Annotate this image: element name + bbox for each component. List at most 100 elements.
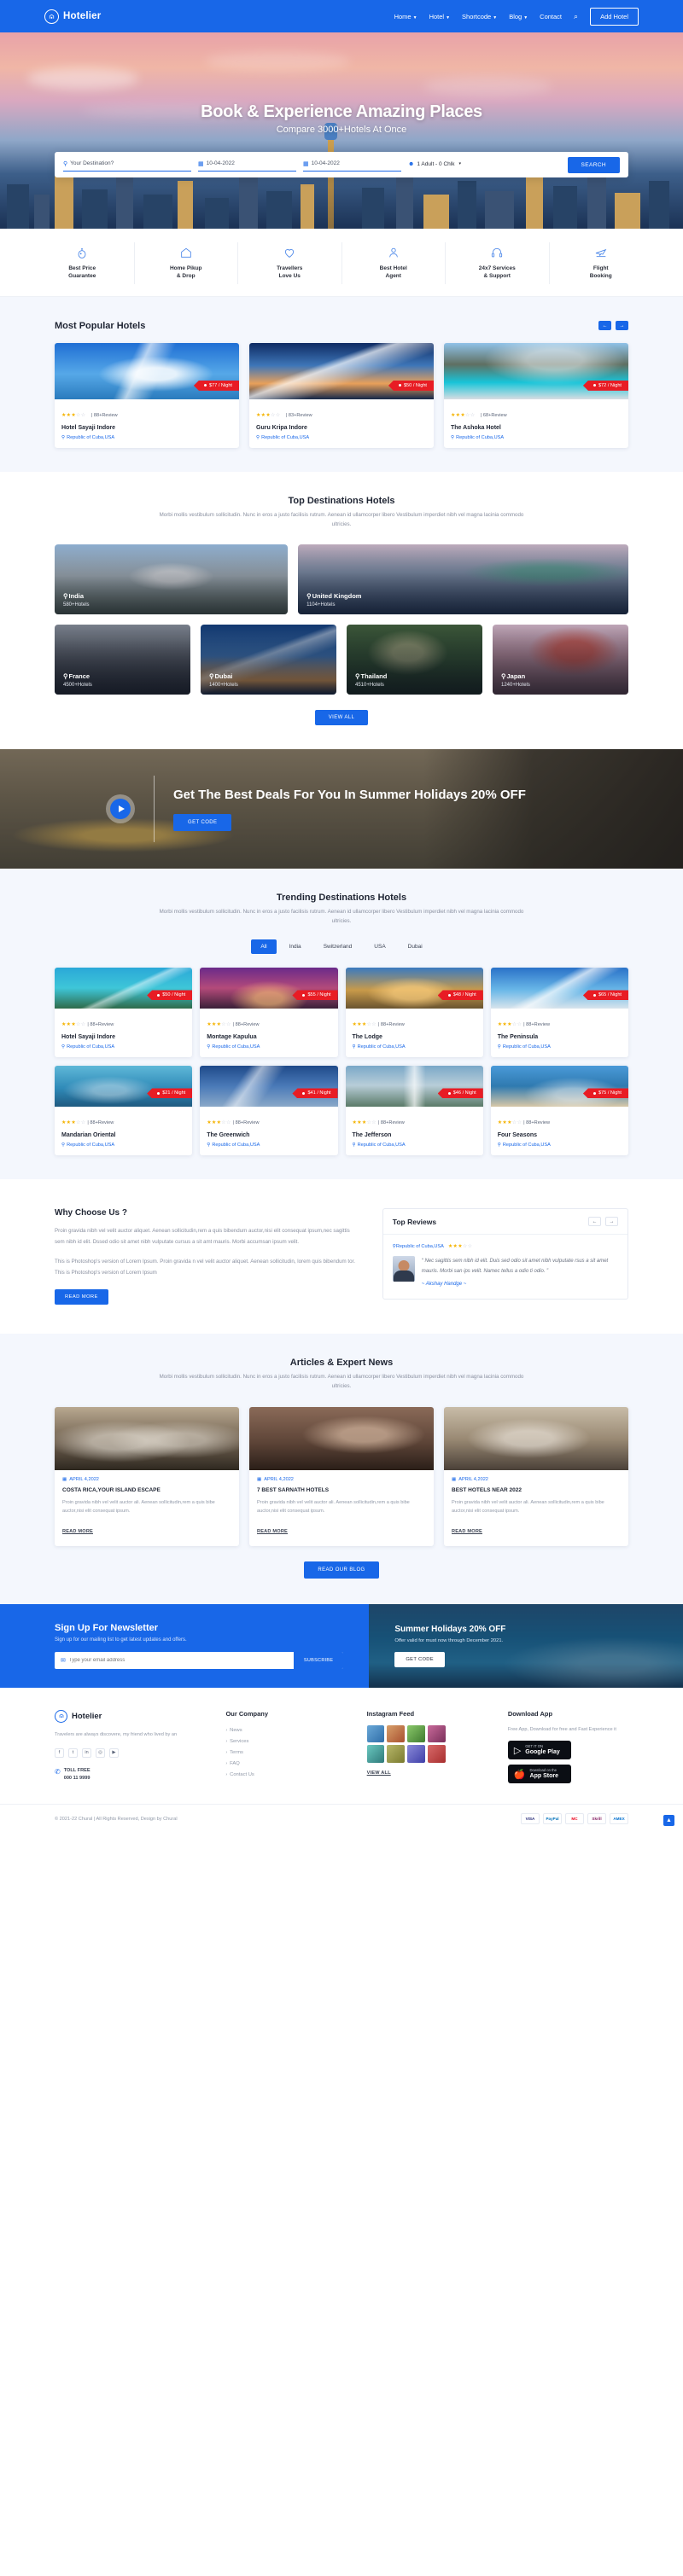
article-card[interactable]: ▦ APRIL 4,2022 BEST HOTELS NEAR 2022 Proi… [444,1406,628,1546]
article-card[interactable]: ▦ APRIL 4,2022 COSTA RICA,YOUR ISLAND ESC… [55,1406,239,1546]
reviews-next-button[interactable]: → [605,1217,618,1227]
hotel-card[interactable]: $65 / Night ★★★☆☆ | 88+Review The Peninsu… [490,968,628,1058]
article-read-more-link[interactable]: READ MORE [452,1529,482,1534]
carousel-prev-button[interactable]: ← [598,321,611,331]
app-store-button[interactable]: 🍎 Download on the App Store [507,1765,571,1784]
hotel-card[interactable]: $50 / Night ★★★☆☆ | 83+Review Guru Kripa… [249,342,434,448]
search-button[interactable]: SEARCH [567,156,620,173]
footer-link-news[interactable]: › News [225,1725,346,1736]
offer-get-code-button[interactable]: GET CODE [394,1651,445,1667]
newsletter-subscribe-button[interactable]: SUBSCRIBE [293,1651,344,1669]
footer-link-contact-us[interactable]: › Contact Us [225,1770,346,1781]
article-read-more-link[interactable]: READ MORE [62,1529,93,1534]
tab-all[interactable]: All [251,939,277,955]
view-all-destinations-button[interactable]: VIEW ALL [314,710,369,726]
reviews-title: Top Reviews [392,1217,437,1226]
feature-best-agent[interactable]: Best Hotel Agent [342,242,446,284]
article-read-more-link[interactable]: READ MORE [257,1529,288,1534]
search-icon[interactable]: ⌕ [574,12,578,21]
store-big-label: Google Play [525,1748,560,1755]
why-paragraph-1: Proin gravida nibh vel velit auctor aliq… [55,1228,350,1246]
nav-item-hotel[interactable]: Hotel ▼ [429,13,450,20]
nav-item-shortcode[interactable]: Shortcode ▼ [462,13,497,20]
hotel-card[interactable]: $75 / Night ★★★☆☆ | 88+Review Four Season… [490,1066,628,1156]
google-play-button[interactable]: ▷ GET IT ON Google Play [507,1741,571,1760]
store-big-label: App Store [529,1772,558,1779]
destination-field[interactable]: ⚲ Your Destination? [63,159,191,172]
location-pin-icon: ⚲ [61,1044,66,1050]
read-more-button[interactable]: READ MORE [55,1289,108,1305]
nav-item-blog[interactable]: Blog ▼ [509,13,528,20]
instagram-thumb[interactable] [407,1745,425,1764]
instagram-thumb[interactable] [387,1745,406,1764]
instagram-icon[interactable]: ◎ [96,1747,105,1758]
get-code-button[interactable]: GET CODE [173,814,232,832]
hotel-card[interactable]: $50 / Night ★★★☆☆ | 88+Review Hotel Sayaj… [55,968,193,1058]
tab-usa[interactable]: USA [365,939,394,954]
hotel-card[interactable]: $21 / Night ★★★☆☆ | 88+Review Mandarian O… [55,1066,193,1156]
articles-title: Articles & Expert News [289,1358,394,1369]
footer-link-terms[interactable]: › Terms [225,1747,346,1759]
hotel-card[interactable]: $77 / Night ★★★☆☆ | 88+Review Hotel Saya… [55,342,239,448]
nav-item-contact[interactable]: Contact [540,13,562,20]
mail-icon: ✉ [61,1657,66,1664]
destination-name: ⚲ India [63,592,85,601]
destination-tile-france[interactable]: ⚲ France 4500+Hotels [55,625,190,695]
footer-phone[interactable]: ✆ TOLL FREE 000 11 9999 [55,1767,205,1782]
calendar-icon: ▦ [198,160,204,167]
footer-brand[interactable]: Hotelier [55,1709,205,1723]
feature-flight-booking[interactable]: Flight Booking [550,242,653,284]
chevron-down-icon: ▼ [446,15,451,20]
hotel-card[interactable]: $72 / Night ★★★☆☆ | 68+Review The Ashoka… [444,342,628,448]
offer-title: Summer Holidays 20% OFF [394,1624,506,1634]
hotel-card[interactable]: $55 / Night ★★★☆☆ | 88+Review Montage Kap… [200,968,338,1058]
destination-tile-thailand[interactable]: ⚲ Thailand 4510+Hotels [347,625,482,695]
hotel-card[interactable]: $46 / Night ★★★☆☆ | 88+Review The Jeffers… [345,1066,483,1156]
footer-link-services[interactable]: › Services [225,1736,346,1747]
feature-label: Best Price Guarantee [68,265,96,280]
hotel-card[interactable]: $41 / Night ★★★☆☆ | 88+Review The Greenwi… [200,1066,338,1156]
instagram-view-all-link[interactable]: VIEW ALL [367,1771,391,1776]
article-card[interactable]: ▦ APRIL 4,2022 7 BEST SARNATH HOTELS Proi… [249,1406,434,1546]
location-pin-icon: ⚲ [63,592,68,601]
destination-tile-japan[interactable]: ⚲ Japan 1240+Hotels [493,625,628,695]
youtube-icon[interactable]: ▶ [109,1747,119,1758]
carousel-next-button[interactable]: → [616,321,628,331]
add-hotel-button[interactable]: Add Hotel [590,7,639,26]
tab-dubai[interactable]: Dubai [399,939,432,954]
linkedin-icon[interactable]: in [82,1747,91,1758]
destination-tile-india[interactable]: ⚲ India 580+Hotels [55,544,289,615]
instagram-thumb[interactable] [366,1724,385,1743]
hotel-name: The Jefferson [352,1132,392,1139]
hotel-rating: ★★★☆☆ | 88+Review [497,1120,551,1126]
instagram-thumb[interactable] [407,1724,425,1743]
scroll-to-top-button[interactable]: ▲ [663,1815,674,1827]
hero-subtitle: Compare 3000+Hotels At Once [276,125,407,135]
destination-tile-united-kingdom[interactable]: ⚲ United Kingdom 1104+Hotels [298,544,628,615]
location-pin-icon: ⚲ [207,1044,211,1050]
nav-item-home[interactable]: Home ▼ [394,13,417,20]
destination-tile-dubai[interactable]: ⚲ Dubai 1400+Hotels [201,625,336,695]
feature-home-pickup[interactable]: Home Pikup & Drop [135,242,238,284]
feature-support[interactable]: 24x7 Services & Support [446,242,550,284]
reviews-prev-button[interactable]: ← [588,1217,601,1227]
hotel-card[interactable]: $48 / Night ★★★☆☆ | 88+Review The Lodge ⚲… [345,968,483,1058]
tab-india[interactable]: India [280,939,311,954]
brand-logo[interactable]: Hotelier [44,9,101,24]
read-our-blog-button[interactable]: READ OUR BLOG [304,1561,379,1579]
instagram-thumb[interactable] [387,1724,406,1743]
footer-link-faq[interactable]: › FAQ [225,1759,346,1770]
play-icon[interactable] [110,799,131,820]
checkout-date-field[interactable]: ▦ 10-04-2022 [303,159,401,172]
instagram-thumb[interactable] [427,1724,446,1743]
newsletter-email-input[interactable] [68,1657,294,1663]
checkin-date-field[interactable]: ▦ 10-04-2022 [198,159,296,172]
feature-travellers-love[interactable]: Travellers Love Us [238,242,342,284]
tab-switzerland[interactable]: Switzerland [314,939,362,954]
instagram-thumb[interactable] [366,1745,385,1764]
feature-best-price[interactable]: Best Price Guarantee [31,242,135,284]
twitter-icon[interactable]: t [68,1747,78,1758]
guests-select[interactable]: ☻ 1 Adult - 0 Chlk ▾ [408,159,489,172]
instagram-thumb[interactable] [427,1745,446,1764]
facebook-icon[interactable]: f [55,1747,64,1758]
